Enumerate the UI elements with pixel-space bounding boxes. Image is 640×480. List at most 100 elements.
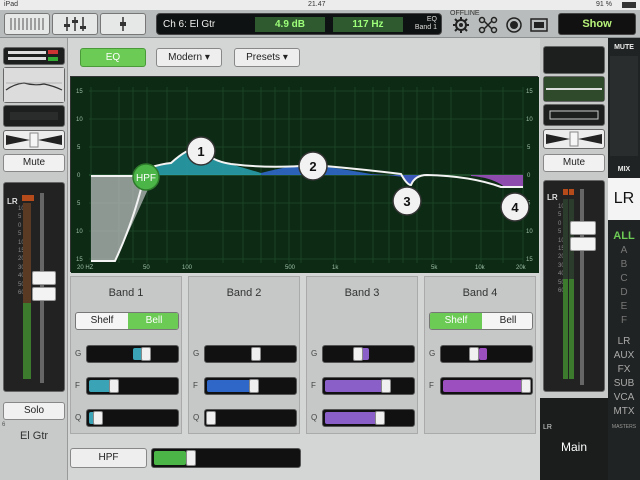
eq-header: EQ Modern ▾ Presets ▾ bbox=[70, 40, 540, 74]
band-2-marker[interactable]: 2 bbox=[298, 151, 328, 181]
frequency-label: F bbox=[311, 381, 316, 390]
band-1-q-slider[interactable] bbox=[86, 409, 179, 427]
mix-all[interactable]: ALL bbox=[608, 230, 640, 242]
masters-fx[interactable]: FX bbox=[608, 364, 640, 375]
screen-icon[interactable] bbox=[529, 16, 549, 34]
mix-c[interactable]: C bbox=[608, 273, 640, 284]
fader-handle-lower[interactable] bbox=[32, 287, 56, 301]
mix-lr-selector[interactable]: LR bbox=[608, 178, 640, 220]
band-4-shape-toggle[interactable]: Shelf Bell bbox=[429, 312, 533, 330]
faders-icon bbox=[64, 17, 86, 31]
hpf-marker[interactable]: HPF bbox=[132, 163, 160, 191]
hpf-button[interactable]: HPF bbox=[70, 448, 147, 468]
dynamics-icon bbox=[10, 112, 58, 120]
master-dynamics-thumbnail[interactable] bbox=[543, 104, 605, 126]
gain-label: G bbox=[193, 349, 200, 358]
masters-vca[interactable]: VCA bbox=[608, 392, 640, 403]
clock: 21.47 bbox=[308, 1, 326, 8]
fader-handle[interactable] bbox=[32, 271, 56, 285]
master-fader-handle[interactable] bbox=[570, 221, 596, 235]
q-label: Q bbox=[193, 413, 200, 422]
master-gate-thumbnail[interactable] bbox=[543, 46, 605, 74]
dynamics-thumbnail[interactable] bbox=[3, 105, 65, 127]
band-1-gain-slider[interactable] bbox=[86, 345, 179, 363]
y-tick-right: 15 bbox=[526, 257, 533, 263]
level-meter bbox=[23, 203, 31, 379]
master-fader-panel: LR 10 5 0 5 10 15 20 30 40 50 60 bbox=[543, 180, 605, 392]
eq-graph-canvas: 15 10 5 0 5 10 15 15 10 5 0 5 10 15 20 H… bbox=[71, 77, 539, 273]
single-channel-view-button[interactable] bbox=[100, 13, 146, 35]
hpf-slider[interactable] bbox=[151, 448, 301, 468]
y-tick-left: 15 bbox=[76, 257, 83, 263]
network-icon[interactable] bbox=[478, 16, 498, 34]
show-button[interactable]: Show bbox=[558, 13, 636, 35]
masters-sub[interactable]: SUB bbox=[608, 378, 640, 389]
band-4-shelf-option[interactable]: Shelf bbox=[430, 313, 482, 329]
device-label: iPad bbox=[4, 1, 19, 8]
eq-toggle-button[interactable]: EQ bbox=[80, 48, 146, 67]
mix-e[interactable]: E bbox=[608, 301, 640, 312]
gain-label: G bbox=[311, 349, 318, 358]
gain-label: G bbox=[429, 349, 436, 358]
band-4-frequency-slider[interactable] bbox=[440, 377, 533, 395]
band-2-gain-slider[interactable] bbox=[204, 345, 297, 363]
channels-view-button[interactable] bbox=[4, 13, 50, 35]
band-2-frequency-slider[interactable] bbox=[204, 377, 297, 395]
fader-panel: LR 10 5 0 5 10 15 20 30 40 50 60 bbox=[3, 182, 65, 392]
x-tick: 10k bbox=[475, 265, 486, 271]
pan-control[interactable] bbox=[3, 130, 65, 150]
frequency-label: F bbox=[193, 381, 198, 390]
masters-lr[interactable]: LR bbox=[608, 336, 640, 347]
channel-name: Ch 6: El Gtr bbox=[163, 19, 216, 30]
record-icon[interactable] bbox=[505, 16, 523, 34]
masters-mtx[interactable]: MTX bbox=[608, 406, 640, 417]
band-3-frequency-slider[interactable] bbox=[322, 377, 415, 395]
main-bus-tile[interactable]: LR Main bbox=[540, 398, 608, 480]
band-1-shape-toggle[interactable]: Shelf Bell bbox=[75, 312, 179, 330]
band-1-marker[interactable]: 1 bbox=[186, 136, 216, 166]
mute-button[interactable]: Mute bbox=[3, 154, 65, 172]
band-3-marker[interactable]: 3 bbox=[392, 186, 422, 216]
eq-mode-dropdown[interactable]: Modern ▾ bbox=[156, 48, 222, 67]
channel-display[interactable]: Ch 6: El Gtr 4.9 dB 117 Hz EQ Band 1 bbox=[156, 13, 442, 35]
mix-a[interactable]: A bbox=[608, 245, 640, 256]
band-title: Band 1 bbox=[108, 287, 144, 299]
band-4-bell-option[interactable]: Bell bbox=[482, 313, 532, 329]
master-eq-thumbnail[interactable] bbox=[543, 76, 605, 102]
battery-label: 91 % bbox=[596, 1, 612, 8]
master-dynamics-icon bbox=[549, 110, 599, 120]
presets-dropdown[interactable]: Presets ▾ bbox=[234, 48, 300, 67]
eq-graph[interactable]: 15 10 5 0 5 10 15 15 10 5 0 5 10 15 20 H… bbox=[70, 76, 539, 273]
band-2-marker-label: 2 bbox=[309, 159, 316, 174]
eq-thumbnail[interactable] bbox=[3, 67, 65, 103]
mix-d[interactable]: D bbox=[608, 287, 640, 298]
band-1-shelf-option[interactable]: Shelf bbox=[76, 313, 128, 329]
band-2-q-slider[interactable] bbox=[204, 409, 297, 427]
gear-icon[interactable] bbox=[452, 16, 470, 34]
pan-knob-icon bbox=[6, 132, 62, 148]
band-3-q-slider[interactable] bbox=[322, 409, 415, 427]
band-1-bell-option[interactable]: Bell bbox=[128, 313, 178, 329]
q-label: Q bbox=[311, 413, 318, 422]
master-pan-control[interactable] bbox=[543, 129, 605, 149]
master-fader-handle-lower[interactable] bbox=[570, 237, 596, 251]
masters-aux[interactable]: AUX bbox=[608, 350, 640, 361]
band-4-gain-slider[interactable] bbox=[440, 345, 533, 363]
band-title: Band 2 bbox=[226, 287, 262, 299]
master-mute-button[interactable]: Mute bbox=[543, 154, 605, 172]
band-4-marker[interactable]: 4 bbox=[500, 192, 530, 222]
band-1-panel: Band 1 Shelf Bell G F Q bbox=[70, 276, 182, 434]
band-3-gain-slider[interactable] bbox=[322, 345, 415, 363]
mix-b[interactable]: B bbox=[608, 259, 640, 270]
band-1-frequency-slider[interactable] bbox=[86, 377, 179, 395]
meter-label: LR bbox=[7, 197, 18, 206]
solo-button[interactable]: Solo bbox=[3, 402, 65, 420]
hpf-slider-knob[interactable] bbox=[186, 450, 196, 466]
mute-groups-list[interactable] bbox=[610, 56, 638, 156]
top-toolbar: Ch 6: El Gtr 4.9 dB 117 Hz EQ Band 1 OFF… bbox=[0, 10, 640, 38]
mixer-view-button[interactable] bbox=[52, 13, 98, 35]
channel-name-label[interactable]: El Gtr bbox=[0, 430, 68, 442]
mix-f[interactable]: F bbox=[608, 315, 640, 326]
gate-thumbnail[interactable] bbox=[3, 47, 65, 65]
master-eq-icon bbox=[544, 77, 604, 101]
